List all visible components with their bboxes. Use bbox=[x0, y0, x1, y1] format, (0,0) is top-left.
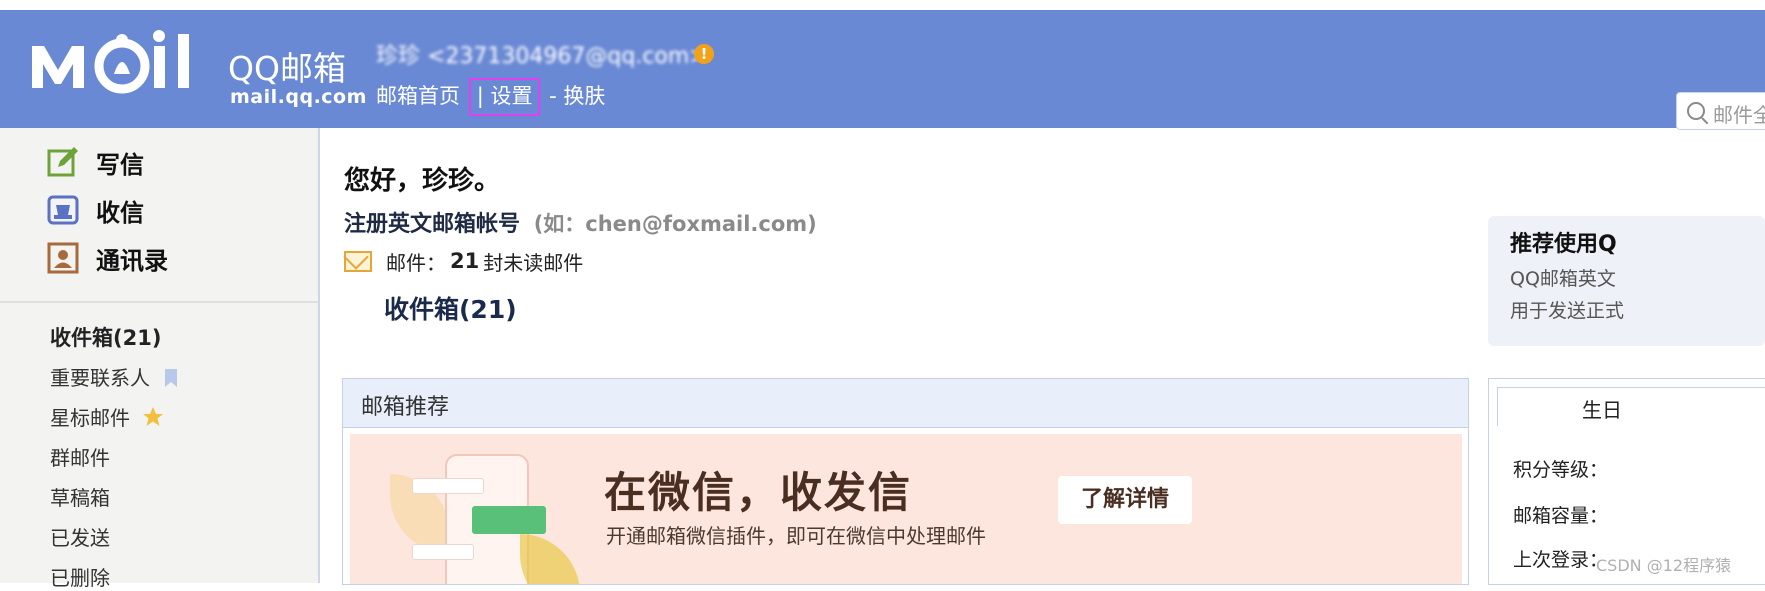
compose-button[interactable]: 写信 bbox=[46, 142, 144, 182]
side-promo-line: QQ邮箱英文 bbox=[1510, 268, 1616, 290]
compose-label: 写信 bbox=[96, 150, 144, 179]
header-bar: QQ邮箱 mail.qq.com 珍珍 <2371304967@qq.com> … bbox=[0, 10, 1765, 130]
birthday-tab-label: 生日 bbox=[1582, 398, 1622, 422]
chat-bubble bbox=[412, 478, 484, 494]
settings-link[interactable]: 设置 bbox=[490, 84, 532, 108]
recommend-panel: 邮箱推荐 在微信，收发信 开通邮箱微信插件，即可在微信中处理邮件 了解详情 bbox=[342, 378, 1469, 585]
register-english-account[interactable]: 注册英文邮箱帐号 (如：chen@foxmail.com) bbox=[344, 206, 817, 238]
leaf-decoration bbox=[520, 534, 580, 584]
sidebar-divider bbox=[0, 301, 318, 303]
mail-logo-icon bbox=[32, 30, 189, 94]
change-skin-link[interactable]: 换肤 bbox=[563, 84, 605, 108]
wechat-banner[interactable]: 在微信，收发信 开通邮箱微信插件，即可在微信中处理邮件 了解详情 bbox=[350, 434, 1462, 584]
folder-label: 星标邮件 bbox=[50, 406, 130, 430]
search-input[interactable]: 邮件全文搜索 bbox=[1713, 99, 1765, 128]
folder-sent[interactable]: 已发送 bbox=[50, 522, 110, 551]
settings-link-highlight[interactable]: | 设置 bbox=[468, 78, 541, 116]
greeting: 您好，珍珍。 bbox=[344, 166, 501, 196]
star-icon bbox=[143, 407, 164, 426]
folder-inbox[interactable]: 收件箱(21) bbox=[50, 322, 161, 352]
sidebar: 写信 收信 通讯录 收件箱(21) 重要联系人 星标邮件 群邮件 草稿箱 已发送… bbox=[0, 128, 320, 590]
receive-label: 收信 bbox=[96, 198, 144, 227]
mail-suffix: 封未读邮件 bbox=[483, 250, 584, 275]
folder-group-mail[interactable]: 群邮件 bbox=[50, 442, 110, 471]
register-title[interactable]: 注册英文邮箱帐号 bbox=[344, 212, 520, 237]
chat-bubble bbox=[412, 544, 474, 560]
contacts-icon bbox=[46, 241, 80, 275]
banner-subtitle: 开通邮箱微信插件，即可在微信中处理邮件 bbox=[606, 524, 986, 548]
brand-name: QQ邮箱 bbox=[228, 49, 346, 88]
search-icon[interactable] bbox=[1687, 102, 1705, 120]
last-login-label: 上次登录： bbox=[1513, 549, 1609, 571]
unread-count: 21 bbox=[450, 249, 480, 273]
inbox-shortcut[interactable]: 收件箱(21) bbox=[384, 290, 517, 326]
side-promo-title: 推荐使用Q bbox=[1510, 232, 1617, 257]
side-promo[interactable]: 推荐使用Q QQ邮箱英文 用于发送正式 bbox=[1488, 216, 1765, 346]
envelope-icon bbox=[344, 250, 372, 272]
brand-domain: mail.qq.com bbox=[230, 86, 367, 108]
csdn-watermark: CSDN @12程序猿 bbox=[1596, 556, 1732, 575]
account-display: 珍珍 <2371304967@qq.com> bbox=[376, 44, 708, 69]
nav-separator: | bbox=[476, 84, 484, 108]
recommend-header: 邮箱推荐 bbox=[343, 379, 1468, 428]
search-box[interactable]: 邮件全文搜索 bbox=[1676, 92, 1765, 130]
folder-drafts[interactable]: 草稿箱 bbox=[50, 482, 110, 511]
account-info[interactable]: 珍珍 <2371304967@qq.com> ! bbox=[376, 38, 714, 72]
nav-separator: - bbox=[549, 84, 557, 108]
inbox-tray-icon bbox=[46, 193, 80, 227]
folder-label: 重要联系人 bbox=[50, 366, 150, 390]
main-content: 您好，珍珍。 注册英文邮箱帐号 (如：chen@foxmail.com) 邮件：… bbox=[320, 128, 1765, 585]
mailbox-capacity-label: 邮箱容量： bbox=[1513, 505, 1609, 527]
chat-bubble-green bbox=[472, 506, 546, 534]
compose-icon bbox=[46, 145, 80, 179]
register-example: (如：chen@foxmail.com) bbox=[533, 212, 817, 236]
side-promo-line: 用于发送正式 bbox=[1510, 300, 1625, 322]
learn-more-button[interactable]: 了解详情 bbox=[1058, 476, 1192, 524]
receive-button[interactable]: 收信 bbox=[46, 190, 144, 230]
birthday-tab[interactable]: 生日 bbox=[1497, 387, 1765, 426]
mail-prefix: 邮件： bbox=[386, 250, 446, 275]
qq-mail-logo[interactable]: QQ邮箱 mail.qq.com bbox=[30, 28, 366, 118]
folder-deleted[interactable]: 已删除 bbox=[50, 562, 110, 591]
contacts-button[interactable]: 通讯录 bbox=[46, 238, 168, 278]
header-nav: 邮箱首页 | 设置 - 换肤 bbox=[376, 78, 605, 116]
bookmark-icon bbox=[165, 369, 178, 387]
recommend-title: 邮箱推荐 bbox=[361, 395, 450, 420]
warning-icon[interactable]: ! bbox=[694, 44, 714, 64]
unread-summary: 邮件： 21 封未读邮件 bbox=[344, 246, 583, 276]
points-level-label: 积分等级： bbox=[1513, 459, 1609, 481]
folder-important-contacts[interactable]: 重要联系人 bbox=[50, 362, 178, 391]
folder-starred[interactable]: 星标邮件 bbox=[50, 402, 164, 431]
banner-title: 在微信，收发信 bbox=[604, 468, 913, 517]
contacts-label: 通讯录 bbox=[96, 246, 168, 275]
mailbox-home-link[interactable]: 邮箱首页 bbox=[376, 84, 460, 108]
